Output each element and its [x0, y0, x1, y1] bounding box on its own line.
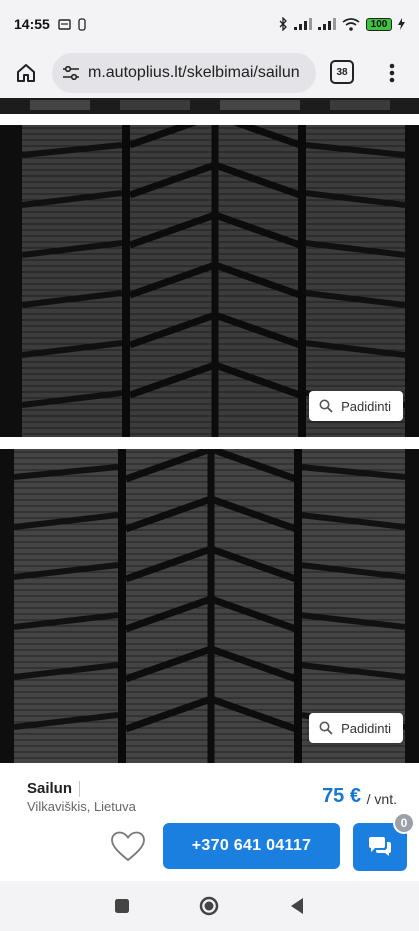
listing-price: 75 €	[322, 785, 361, 807]
photo-gallery[interactable]: Padidinti Padidinti	[0, 98, 419, 763]
recents-icon[interactable]	[114, 898, 130, 914]
signal-icon	[294, 18, 312, 30]
browser-toolbar: m.autoplius.lt/skelbimai/sailun 38	[0, 48, 419, 98]
home-nav-icon[interactable]	[198, 895, 220, 917]
tire-photo-2[interactable]: Padidinti	[0, 449, 419, 763]
price-unit: / vnt.	[366, 791, 397, 807]
sim-card-icon	[58, 18, 71, 30]
chat-badge: 0	[393, 812, 415, 834]
wifi-icon	[342, 17, 360, 31]
search-icon	[319, 399, 333, 413]
listing-summary: Sailun Vilkaviškis, Lietuva 75 € / vnt. …	[0, 763, 419, 881]
tab-switcher-button[interactable]: 38	[330, 60, 354, 84]
bluetooth-icon	[279, 17, 287, 31]
heart-icon	[111, 831, 145, 862]
status-bar: 14:55 100	[0, 0, 419, 48]
url-bar[interactable]: m.autoplius.lt/skelbimai/sailun	[52, 53, 316, 93]
favorite-button[interactable]	[108, 829, 148, 865]
battery-icon: 100	[366, 17, 392, 31]
signal-icon	[318, 18, 336, 30]
browser-menu-button[interactable]	[382, 58, 402, 88]
tire-photo-1[interactable]: Padidinti	[0, 125, 419, 437]
listing-brand: Sailun	[27, 780, 73, 797]
settings-notification-icon	[78, 17, 86, 31]
zoom-label: Padidinti	[341, 720, 391, 736]
zoom-button[interactable]: Padidinti	[309, 713, 403, 743]
charging-icon	[398, 18, 405, 30]
zoom-button[interactable]: Padidinti	[309, 391, 403, 421]
search-icon	[319, 721, 333, 735]
url-text: m.autoplius.lt/skelbimai/sailun	[88, 64, 300, 81]
listing-location: Vilkaviškis, Lietuva	[27, 799, 136, 814]
status-time: 14:55	[14, 16, 50, 32]
home-button[interactable]	[4, 51, 48, 95]
home-icon	[17, 64, 35, 82]
more-vert-icon	[389, 63, 395, 83]
system-nav-bar	[0, 881, 419, 931]
zoom-label: Padidinti	[341, 398, 391, 414]
divider	[79, 781, 80, 797]
tire-photo-previous[interactable]	[0, 98, 419, 114]
site-settings-icon[interactable]	[62, 65, 80, 81]
call-button[interactable]: +370 641 04117	[163, 823, 340, 869]
back-icon[interactable]	[289, 897, 305, 915]
chat-icon	[369, 837, 391, 856]
